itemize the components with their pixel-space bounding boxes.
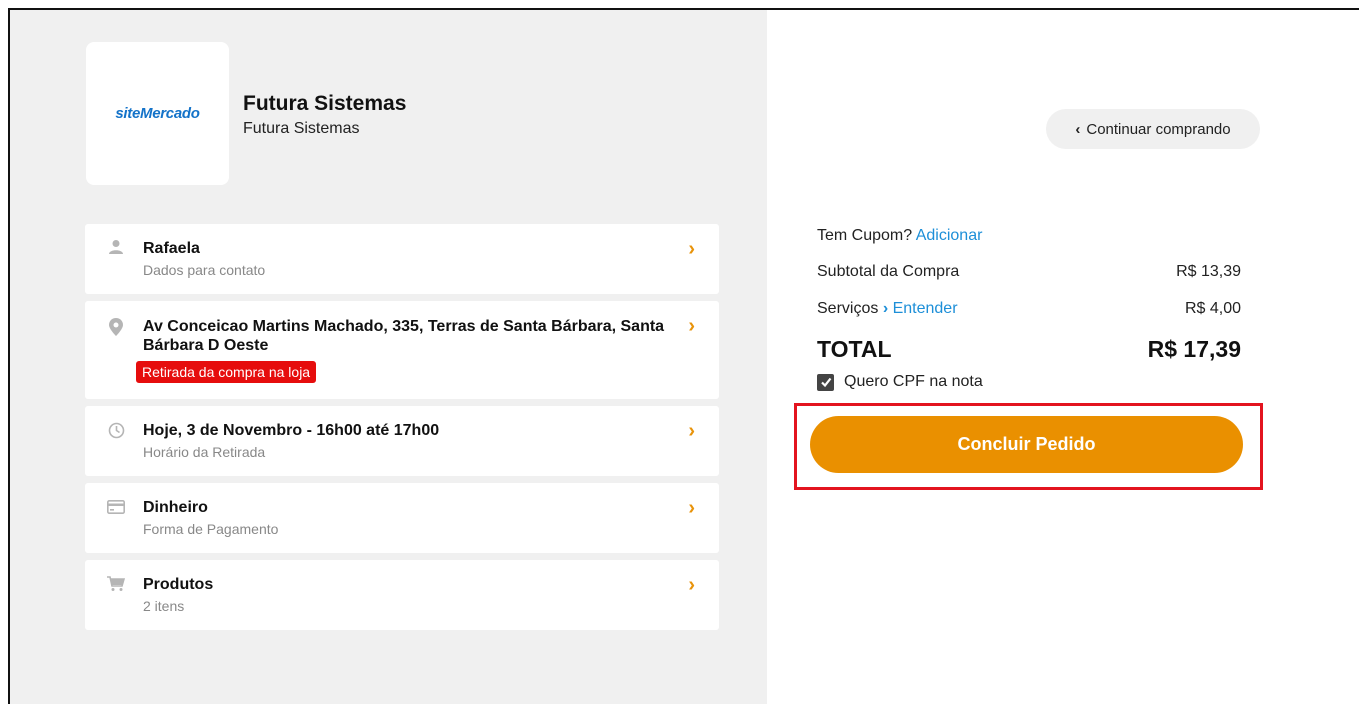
store-subtitle: Futura Sistemas	[243, 120, 360, 137]
services-link-label: Entender	[892, 300, 958, 317]
location-pin-icon	[107, 318, 125, 336]
pickup-time-card[interactable]: Hoje, 3 de Novembro - 16h00 até 17h00 Ho…	[85, 406, 719, 476]
coupon-label: Tem Cupom?	[817, 227, 913, 244]
services-label: Serviços	[817, 300, 879, 317]
payment-card[interactable]: Dinheiro Forma de Pagamento ›	[85, 483, 719, 553]
checkout-details-panel: siteMercado Futura Sistemas Futura Siste…	[10, 10, 767, 704]
payment-subtitle: Forma de Pagamento	[143, 521, 279, 537]
submit-order-button[interactable]: Concluir Pedido	[810, 416, 1243, 473]
store-logo: siteMercado	[86, 42, 229, 185]
total-value: R$ 17,39	[1147, 336, 1241, 362]
total-label: TOTAL	[817, 336, 892, 362]
clock-icon	[107, 421, 125, 439]
total-row: TOTAL R$ 17,39	[817, 336, 1241, 363]
pickup-tag: Retirada da compra na loja	[136, 361, 317, 383]
services-info-link[interactable]: › Entender	[883, 300, 958, 317]
contact-subtitle: Dados para contato	[143, 262, 266, 278]
chevron-right-icon: ›	[688, 574, 695, 596]
logo-text: siteMercado	[115, 105, 200, 122]
products-count: 2 itens	[143, 598, 185, 614]
subtotal-row: Subtotal da Compra R$ 13,39	[817, 263, 1241, 281]
cpf-label: Quero CPF na nota	[844, 373, 983, 390]
payment-card-icon	[107, 498, 125, 516]
subtotal-value: R$ 13,39	[1176, 263, 1241, 280]
products-title: Produtos	[143, 576, 214, 593]
cart-icon	[107, 575, 125, 593]
continue-shopping-button[interactable]: ‹ Continuar comprando	[1046, 109, 1260, 149]
checkbox-checked-icon[interactable]	[817, 373, 834, 391]
cpf-checkbox[interactable]: Quero CPF na nota	[817, 373, 983, 391]
services-value: R$ 4,00	[1184, 300, 1241, 317]
address-card[interactable]: Av Conceicao Martins Machado, 335, Terra…	[85, 301, 719, 399]
services-row: Serviços › Entender R$ 4,00	[817, 300, 1241, 318]
chevron-left-icon: ‹	[1075, 120, 1081, 138]
coupon-row: Tem Cupom? Adicionar	[817, 227, 1241, 245]
store-name: Futura Sistemas	[243, 92, 407, 115]
address-text: Av Conceicao Martins Machado, 335, Terra…	[143, 318, 665, 354]
user-icon	[107, 238, 125, 256]
continue-shopping-label: Continuar comprando	[1086, 120, 1231, 138]
chevron-right-icon: ›	[688, 497, 695, 519]
chevron-right-icon: ›	[688, 315, 695, 337]
payment-method: Dinheiro	[143, 499, 208, 516]
contact-card[interactable]: Rafaela Dados para contato ›	[85, 224, 719, 294]
contact-name: Rafaela	[143, 240, 200, 257]
chevron-right-icon: ›	[688, 238, 695, 260]
chevron-right-icon: ›	[688, 420, 695, 442]
order-summary-panel: ‹ Continuar comprando Tem Cupom? Adicion…	[767, 10, 1359, 704]
page-frame: siteMercado Futura Sistemas Futura Siste…	[8, 8, 1359, 704]
add-coupon-link[interactable]: Adicionar	[916, 227, 983, 244]
products-card[interactable]: Produtos 2 itens ›	[85, 560, 719, 630]
pickup-time: Hoje, 3 de Novembro - 16h00 até 17h00	[143, 422, 440, 439]
subtotal-label: Subtotal da Compra	[817, 263, 960, 280]
chevron-right-icon: ›	[882, 300, 889, 317]
pickup-time-subtitle: Horário da Retirada	[143, 444, 266, 460]
